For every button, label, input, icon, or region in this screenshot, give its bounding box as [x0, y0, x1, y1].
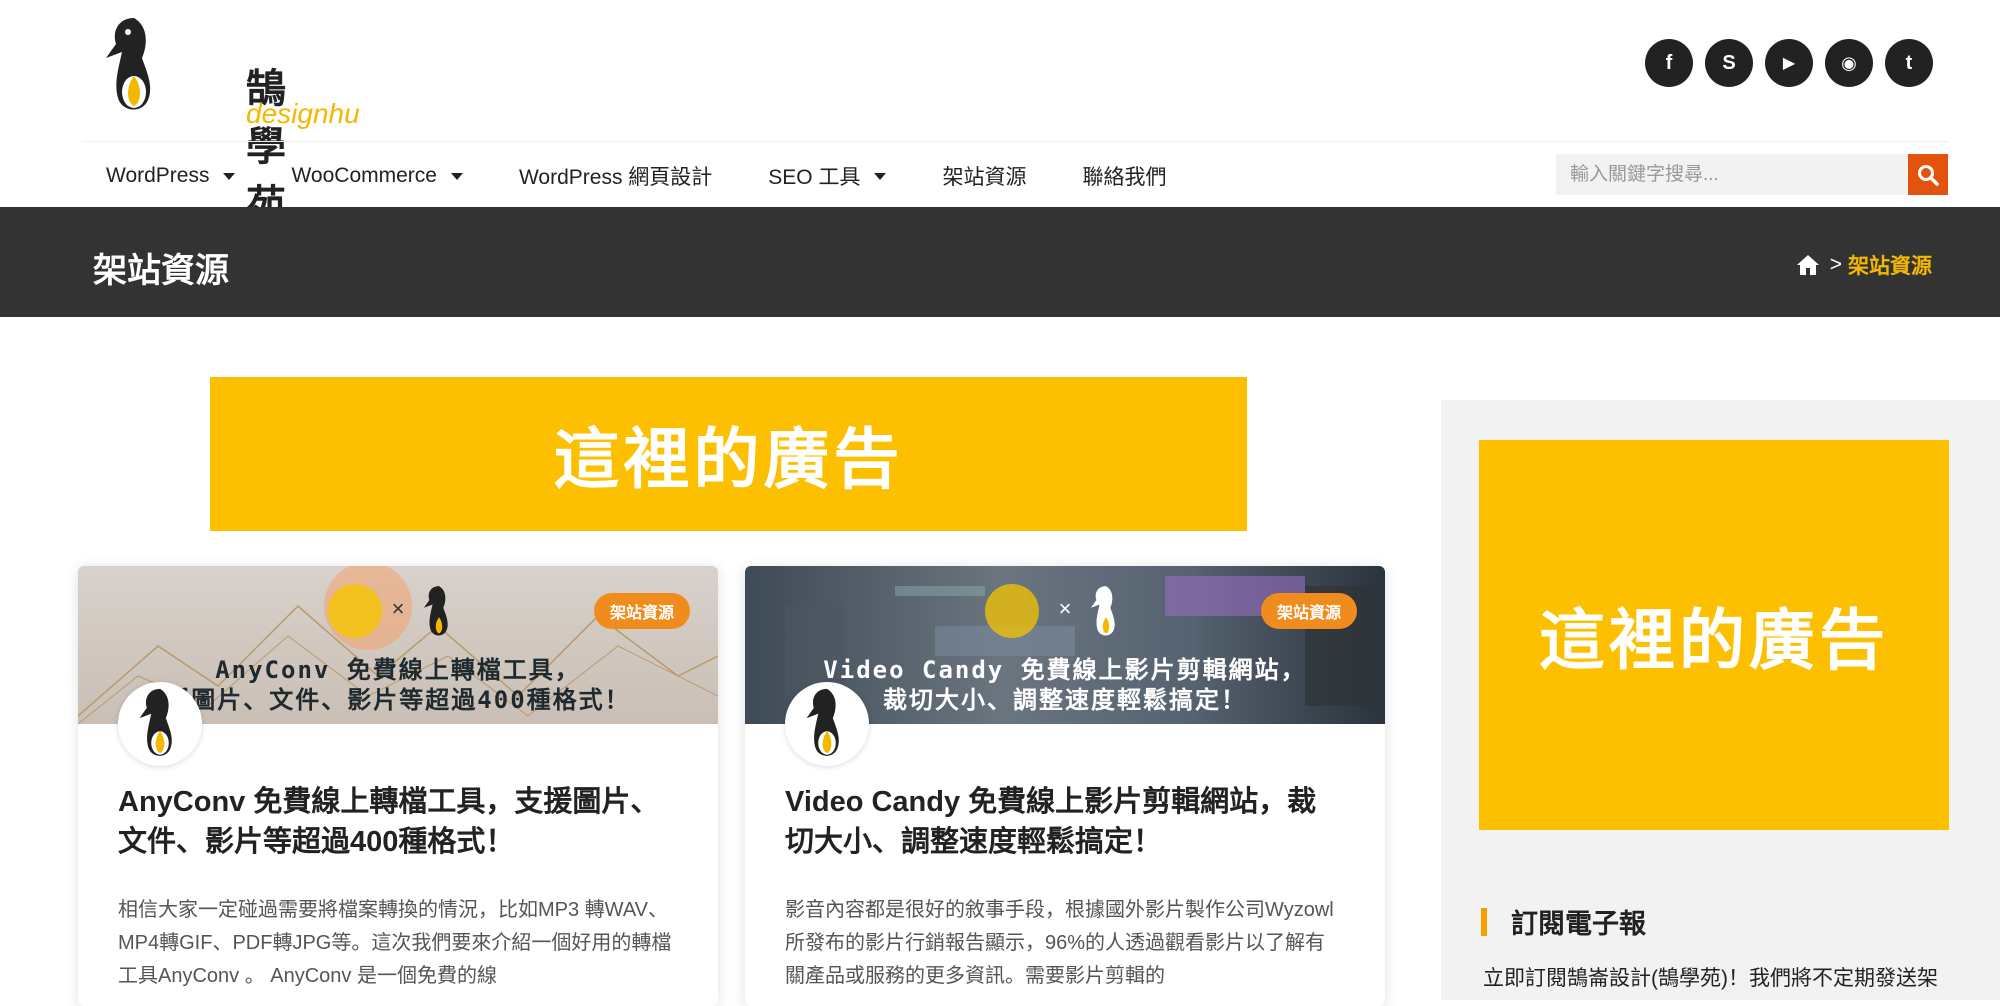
subscribe-title: 訂閱電子報: [1511, 909, 1646, 939]
breadcrumb: > 架站資源: [1796, 250, 1932, 280]
post-excerpt: 相信大家一定碰過需要將檔案轉換的情況，比如MP3 轉WAV、MP4轉GIF、PD…: [118, 899, 672, 987]
category-badge[interactable]: 架站資源: [593, 593, 690, 629]
nav-item-label: SEO 工具: [768, 166, 861, 189]
post-title[interactable]: AnyConv 免費線上轉檔工具，支援圖片、文件、影片等超過400種格式！: [118, 782, 678, 862]
main-nav: WordPress WooCommerce WordPress 網頁設計 SEO…: [106, 161, 1222, 191]
nav-item-label: WordPress 網頁設計: [518, 166, 713, 189]
pelican-logo-icon: [1090, 586, 1115, 636]
nav-item-label: WordPress: [106, 164, 210, 187]
search-input[interactable]: [1556, 154, 1908, 195]
post-title[interactable]: Video Candy 免費線上影片剪輯網站，裁切大小、調整速度輕鬆搞定！: [785, 782, 1345, 862]
pelican-logo-icon: [106, 18, 151, 110]
facebook-icon[interactable]: f: [1645, 39, 1693, 87]
site-logo[interactable]: 鵠學苑 designhu: [104, 14, 360, 227]
breadcrumb-separator: >: [1829, 253, 1842, 276]
nav-item-label: WooCommerce: [291, 164, 437, 187]
author-avatar[interactable]: [118, 682, 202, 766]
page-title: 架站資源: [93, 252, 229, 290]
search-icon: [1918, 164, 1939, 186]
post-excerpt: 影音內容都是很好的敘事手段，根據國外影片製作公司Wyzowl所發布的影片行銷報告…: [785, 899, 1334, 987]
nav-item-contact[interactable]: 聯絡我們: [1082, 161, 1166, 191]
social-links: f S ▶ ◉ t: [1645, 39, 1933, 87]
post-card[interactable]: × Video Candy 免費線上影片剪輯網站， 裁切大小、調整速度輕鬆搞定！…: [745, 566, 1385, 1006]
nav-item-seo-tools[interactable]: SEO 工具: [768, 161, 887, 191]
pelican-logo-icon: [139, 688, 172, 756]
author-avatar[interactable]: [785, 682, 869, 766]
header-divider: [82, 141, 1948, 142]
pelican-logo-icon: [806, 688, 839, 756]
breadcrumb-current: 架站資源: [1848, 255, 1932, 278]
skype-icon[interactable]: S: [1705, 39, 1753, 87]
nav-item-wordpress-design[interactable]: WordPress 網頁設計: [519, 161, 712, 191]
logo-domain: designhu: [246, 98, 360, 129]
post-card[interactable]: × AnyConv 免費線上轉檔工具， 援圖片、文件、影片等超過400種格式！ …: [78, 566, 718, 1006]
sidebar: 這裡的廣告 訂閱電子報 立即訂閱鵠崙設計(鵠學苑)！我們將不定期發送架: [1441, 400, 2000, 1000]
search-button[interactable]: [1908, 154, 1948, 195]
rss-icon[interactable]: ◉: [1825, 39, 1873, 87]
subscribe-heading: 訂閱電子報: [1481, 902, 1646, 941]
chevron-down-icon: [450, 172, 463, 180]
nav-item-woocommerce[interactable]: WooCommerce: [291, 161, 463, 191]
nav-item-wordpress[interactable]: WordPress: [106, 161, 236, 191]
home-icon[interactable]: [1796, 254, 1820, 276]
logo-name: 鵠學苑: [246, 67, 288, 227]
main-ad-banner[interactable]: 這裡的廣告: [210, 377, 1247, 531]
nav-item-label: 聯絡我們: [1082, 166, 1167, 189]
sidebar-ad-banner[interactable]: 這裡的廣告: [1479, 440, 1949, 830]
nav-item-label: 架站資源: [942, 166, 1027, 189]
subscribe-description: 立即訂閱鵠崙設計(鵠學苑)！我們將不定期發送架: [1483, 967, 1938, 990]
category-badge[interactable]: 架站資源: [1260, 593, 1357, 629]
chevron-down-icon: [874, 172, 887, 180]
youtube-icon[interactable]: ▶: [1765, 39, 1813, 87]
twitter-icon[interactable]: t: [1885, 39, 1933, 87]
nav-item-site-resources[interactable]: 架站資源: [942, 161, 1026, 191]
search-bar: [1556, 154, 1948, 195]
heading-accent-bar: [1481, 907, 1487, 936]
pelican-logo-icon: [423, 586, 448, 636]
chevron-down-icon: [223, 172, 236, 180]
page-title-bar: 架站資源 > 架站資源: [0, 207, 2000, 317]
